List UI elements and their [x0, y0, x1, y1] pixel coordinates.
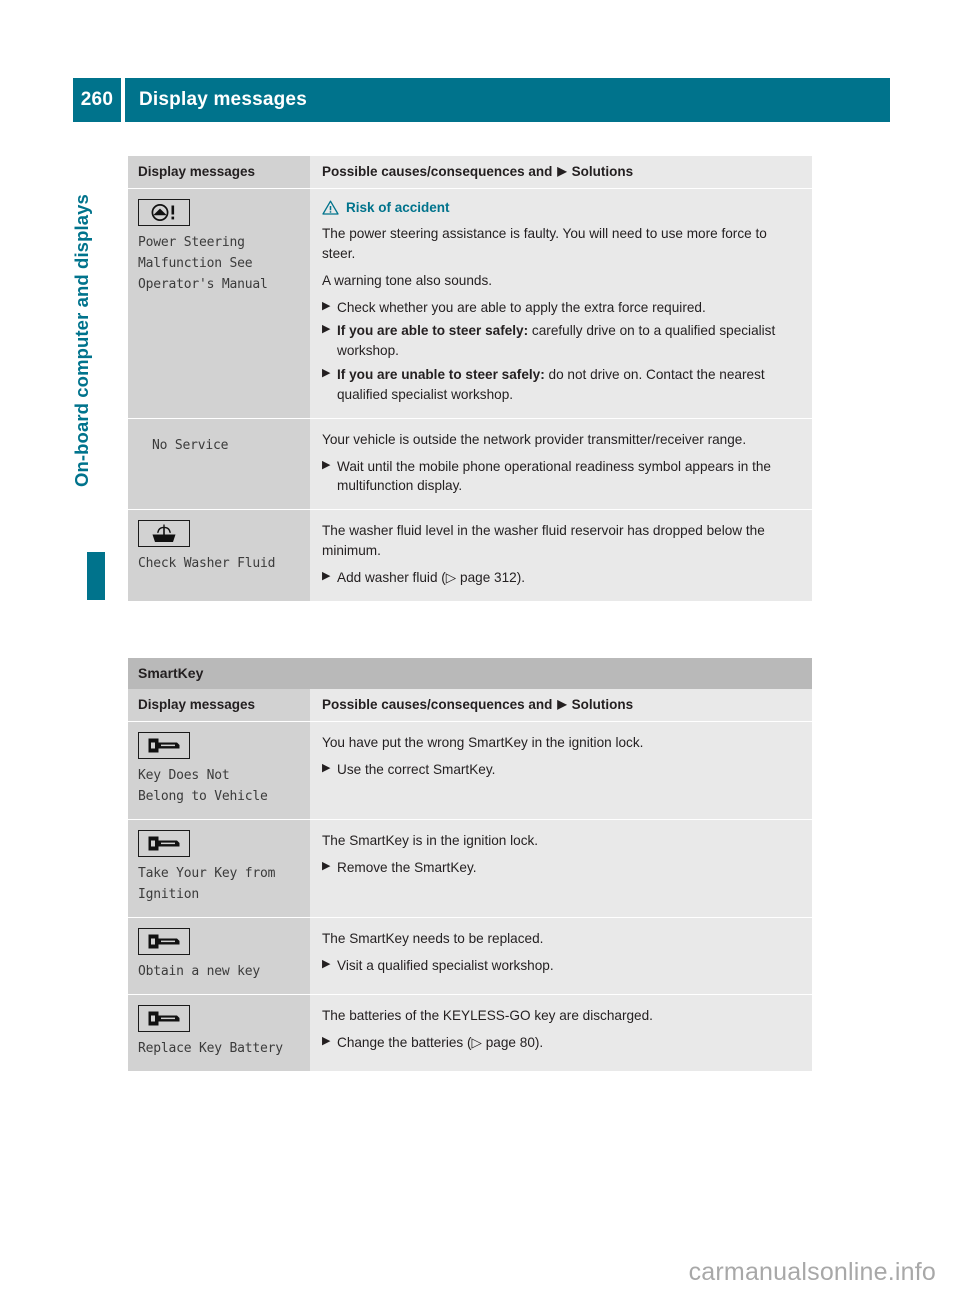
bullet-arrow-icon: ▶ [322, 323, 331, 336]
chapter-side-tab-label: On-board computer and displays [71, 194, 92, 487]
solution-text: Remove the SmartKey. [337, 859, 477, 875]
table-row: Power Steering Malfunction See Operator'… [128, 189, 812, 419]
message-text: Check Washer Fluid [138, 556, 276, 572]
column-header-causes-text: Possible causes/consequences and [322, 164, 553, 179]
cause-paragraph: Your vehicle is outside the network prov… [322, 431, 747, 447]
causes-solutions-cell: The washer fluid level in the washer flu… [310, 510, 812, 601]
solution-bullet: ▶ Change the batteries (▷ page 80). [322, 1033, 800, 1053]
smartkey-icon [138, 1005, 190, 1033]
chapter-tab-marker [87, 552, 105, 600]
cause-paragraph: You have put the wrong SmartKey in the i… [322, 735, 644, 750]
solution-text: Change the batteries (▷ page 80). [337, 1035, 544, 1051]
column-header-solutions-text: Solutions [571, 697, 634, 712]
solid-right-arrow-icon: ▶ [557, 164, 567, 178]
causes-solutions-cell: You have put the wrong SmartKey in the i… [310, 722, 812, 820]
solution-text: Use the correct SmartKey. [337, 761, 496, 777]
warning-label: Risk of accident [346, 200, 450, 215]
solution-text: Visit a qualified specialist workshop. [337, 958, 554, 974]
message-text: Obtain a new key [138, 964, 261, 980]
solution-text: If you are able to steer safely: careful… [337, 321, 800, 361]
solution-bullet: ▶ Add washer fluid (▷ page 312). [322, 568, 800, 588]
cause-paragraph: The washer fluid level in the washer flu… [322, 523, 765, 559]
page-number: 260 [73, 78, 121, 122]
message-text: Power Steering Malfunction See Operator'… [138, 235, 268, 293]
column-header-display-messages: Display messages [128, 156, 310, 188]
solution-bullet: ▶ Visit a qualified specialist workshop. [322, 956, 800, 976]
column-header-causes-solutions: Possible causes/consequences and ▶ Solut… [310, 156, 812, 188]
solution-bullet: ▶ If you are able to steer safely: caref… [322, 321, 800, 361]
bullet-arrow-icon: ▶ [322, 859, 331, 872]
bullet-arrow-icon: ▶ [322, 458, 331, 471]
table-row: Replace Key Battery The batteries of the… [128, 995, 812, 1072]
page-title: Display messages [125, 78, 890, 122]
cause-paragraph: A warning tone also sounds. [322, 272, 493, 288]
chapter-side-tab: On-board computer and displays [0, 150, 120, 620]
column-header-solutions-text: Solutions [571, 164, 634, 179]
column-header-causes-solutions: Possible causes/consequences and ▶ Solut… [310, 689, 812, 721]
solution-text: If you are unable to steer safely: do no… [337, 365, 800, 405]
table-row: No Service Your vehicle is outside the n… [128, 418, 812, 511]
bullet-arrow-icon: ▶ [322, 761, 331, 774]
bullet-arrow-icon: ▶ [322, 299, 331, 312]
bullet-arrow-icon: ▶ [322, 958, 331, 971]
message-cell: Power Steering Malfunction See Operator'… [128, 189, 310, 418]
table-header-row: Display messages Possible causes/consequ… [128, 156, 812, 189]
cause-paragraph: The SmartKey is in the ignition lock. [322, 833, 539, 849]
solution-text: Add washer fluid (▷ page 312). [337, 569, 526, 585]
causes-solutions-cell: The batteries of the KEYLESS-GO key are … [310, 995, 812, 1072]
message-cell: No Service [128, 418, 310, 510]
causes-solutions-cell: Risk of accident The power steering assi… [310, 189, 812, 418]
section-title-smartkey: SmartKey [128, 658, 812, 689]
cause-paragraph: The power steering assistance is faulty.… [322, 226, 767, 261]
message-cell: Check Washer Fluid [128, 510, 310, 601]
table-row: Key Does Not Belong to Vehicle You have … [128, 722, 812, 821]
column-header-display-messages: Display messages [128, 689, 310, 721]
causes-solutions-cell: Your vehicle is outside the network prov… [310, 418, 812, 510]
message-cell: Key Does Not Belong to Vehicle [128, 722, 310, 820]
solution-bullet: ▶ If you are unable to steer safely: do … [322, 365, 800, 405]
solution-emphasis: If you are able to steer safely: [337, 323, 529, 339]
solution-text: Wait until the mobile phone operational … [337, 458, 771, 494]
cause-paragraph: The SmartKey needs to be replaced. [322, 931, 544, 947]
solution-emphasis: If you are unable to steer safely: [337, 367, 545, 383]
message-text: Replace Key Battery [138, 1041, 283, 1057]
column-header-causes-text: Possible causes/consequences and [322, 697, 553, 712]
watermark: carmanualsonline.info [688, 1258, 936, 1286]
washer-fluid-icon [138, 520, 190, 548]
solution-bullet: ▶ Use the correct SmartKey. [322, 760, 800, 780]
cause-paragraph: The batteries of the KEYLESS-GO key are … [322, 1008, 653, 1024]
smartkey-icon [138, 928, 190, 956]
solution-bullet: ▶ Check whether you are able to apply th… [322, 298, 800, 318]
message-text: Key Does Not Belong to Vehicle [138, 768, 268, 805]
message-cell: Take Your Key from Ignition [128, 820, 310, 918]
display-messages-table-smartkey: SmartKey Display messages Possible cause… [128, 658, 812, 1072]
message-text: Take Your Key from Ignition [138, 866, 276, 903]
solution-text: Check whether you are able to apply the … [337, 299, 706, 315]
solid-right-arrow-icon: ▶ [557, 697, 567, 711]
message-text: No Service [152, 437, 229, 453]
causes-solutions-cell: The SmartKey is in the ignition lock. ▶ … [310, 820, 812, 918]
table-row: Check Washer Fluid The washer fluid leve… [128, 510, 812, 601]
bullet-arrow-icon: ▶ [322, 569, 331, 582]
smartkey-icon [138, 830, 190, 858]
table-row: Obtain a new key The SmartKey needs to b… [128, 918, 812, 996]
display-messages-table-general: Display messages Possible causes/consequ… [128, 156, 812, 601]
risk-of-accident-warning: Risk of accident [322, 200, 800, 215]
smartkey-icon [138, 732, 190, 759]
causes-solutions-cell: The SmartKey needs to be replaced. ▶ Vis… [310, 918, 812, 995]
bullet-arrow-icon: ▶ [322, 367, 331, 380]
bullet-arrow-icon: ▶ [322, 1035, 331, 1048]
table-header-row: Display messages Possible causes/consequ… [128, 689, 812, 722]
page-header: 260 Display messages [73, 78, 890, 122]
solution-bullet: ▶ Remove the SmartKey. [322, 858, 800, 878]
message-cell: Replace Key Battery [128, 995, 310, 1072]
warning-triangle-icon [322, 200, 339, 215]
solution-bullet: ▶ Wait until the mobile phone operationa… [322, 457, 800, 497]
power-steering-warning-icon [138, 199, 190, 226]
table-row: Take Your Key from Ignition The SmartKey… [128, 820, 812, 919]
message-cell: Obtain a new key [128, 918, 310, 995]
